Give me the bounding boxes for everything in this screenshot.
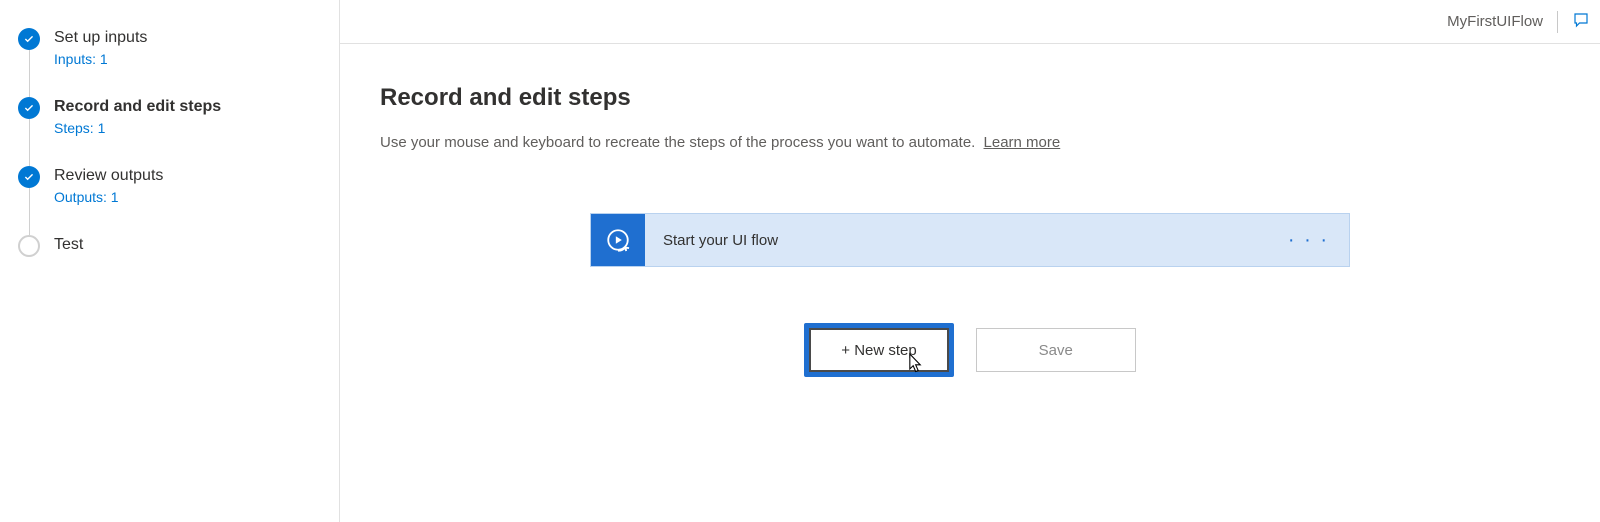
- step-pending-icon: [18, 235, 40, 257]
- wizard-step-record-edit[interactable]: Record and edit steps Steps: 1: [18, 97, 321, 136]
- page-description-text: Use your mouse and keyboard to recreate …: [380, 134, 975, 151]
- learn-more-link[interactable]: Learn more: [984, 134, 1061, 151]
- flow-play-icon: [591, 214, 645, 266]
- flow-name-label[interactable]: MyFirstUIFlow: [1447, 13, 1543, 30]
- flow-start-card[interactable]: Start your UI flow · · ·: [590, 213, 1350, 267]
- step-rail: [29, 188, 30, 235]
- wizard-step-sub[interactable]: Steps: 1: [54, 120, 221, 136]
- main-panel: MyFirstUIFlow Record and edit steps Use …: [340, 0, 1600, 522]
- topbar-divider: [1557, 11, 1558, 33]
- wizard-step-review-outputs[interactable]: Review outputs Outputs: 1: [18, 166, 321, 205]
- step-rail: [29, 50, 30, 97]
- wizard-step-title: Set up inputs: [54, 29, 147, 47]
- flow-card-more-icon[interactable]: · · ·: [1268, 229, 1349, 252]
- step-done-icon: [18, 166, 40, 188]
- wizard-steps-sidebar: Set up inputs Inputs: 1 Record and edit …: [0, 0, 340, 522]
- wizard-step-test[interactable]: Test: [18, 235, 321, 257]
- page-description: Use your mouse and keyboard to recreate …: [380, 132, 1560, 153]
- content-area: Record and edit steps Use your mouse and…: [340, 44, 1600, 377]
- wizard-step-title: Test: [54, 236, 83, 254]
- action-button-row: + New step Save: [804, 323, 1135, 377]
- new-step-highlight: + New step: [804, 323, 953, 377]
- step-done-icon: [18, 28, 40, 50]
- wizard-step-sub[interactable]: Outputs: 1: [54, 189, 163, 205]
- save-button[interactable]: Save: [976, 328, 1136, 372]
- flow-canvas: Start your UI flow · · · + New step Save: [380, 213, 1560, 377]
- top-bar: MyFirstUIFlow: [340, 0, 1600, 44]
- page-title: Record and edit steps: [380, 84, 1560, 112]
- step-rail: [29, 119, 30, 166]
- flow-start-card-label: Start your UI flow: [645, 232, 1268, 249]
- wizard-step-setup-inputs[interactable]: Set up inputs Inputs: 1: [18, 28, 321, 67]
- new-step-button[interactable]: + New step: [809, 328, 948, 372]
- wizard-step-sub[interactable]: Inputs: 1: [54, 51, 147, 67]
- step-done-icon: [18, 97, 40, 119]
- wizard-step-title: Record and edit steps: [54, 98, 221, 116]
- feedback-icon[interactable]: [1572, 11, 1590, 33]
- wizard-step-title: Review outputs: [54, 167, 163, 185]
